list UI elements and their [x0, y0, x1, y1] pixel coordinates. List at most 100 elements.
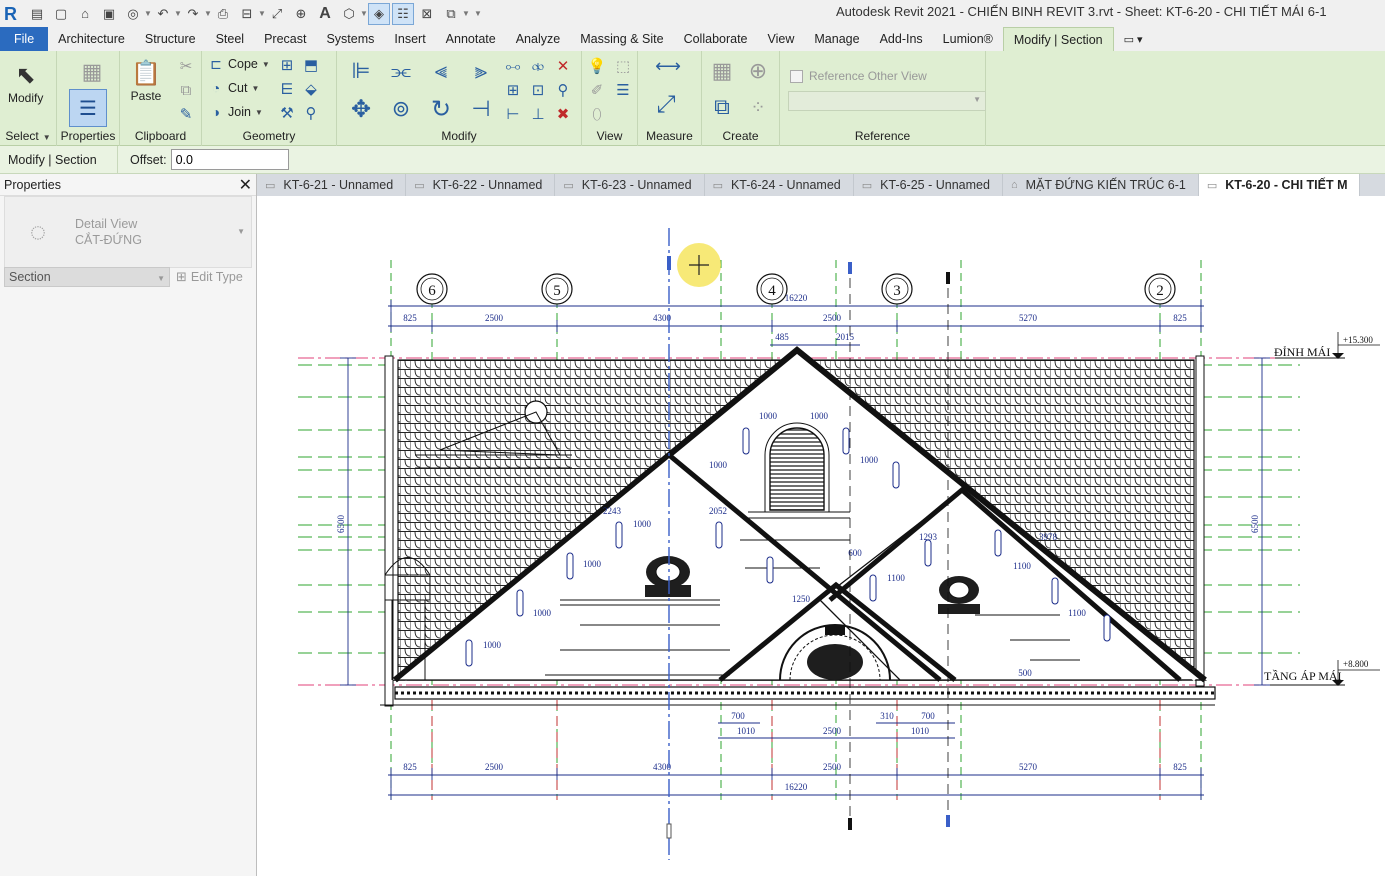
tab-systems[interactable]: Systems — [316, 27, 384, 51]
tab-architecture[interactable]: Architecture — [48, 27, 135, 51]
split-gap-icon[interactable]: ⧞ — [527, 55, 549, 77]
override-graphics-icon[interactable]: ⬚ — [612, 55, 634, 77]
pick-to-edit-icon[interactable]: ⬯ — [586, 103, 608, 125]
tab-view[interactable]: View — [758, 27, 805, 51]
edit-type-button[interactable]: ⊞ Edit Type — [176, 269, 243, 285]
cut-scissors-icon[interactable]: ✂ — [175, 55, 197, 77]
split-element-icon[interactable]: ⧟ — [502, 55, 524, 77]
remove-paint-icon[interactable]: ⚲ — [300, 102, 322, 124]
view-tab-kt-6-20[interactable]: ▭ KT-6-20 - CHI TIẾT M — [1198, 174, 1361, 196]
dropdown-icon[interactable]: ▼ — [462, 9, 470, 18]
hide-in-view-icon[interactable]: 💡 — [586, 55, 608, 77]
tab-precast[interactable]: Precast — [254, 27, 316, 51]
aligned-dimension-tool-icon[interactable]: ⤢ — [646, 89, 686, 121]
split-face-icon[interactable]: ⬒ — [300, 54, 322, 76]
tab-collaborate[interactable]: Collaborate — [674, 27, 758, 51]
delete-icon[interactable]: ✖ — [552, 103, 574, 125]
aligned-dimension-icon[interactable]: ⤢ — [266, 3, 288, 25]
open-file-icon[interactable]: ⌂ — [74, 3, 96, 25]
scale-icon[interactable]: ⊡ — [527, 79, 549, 101]
tab-analyze[interactable]: Analyze — [506, 27, 570, 51]
dropdown-icon[interactable]: ▼ — [174, 9, 182, 18]
section-icon[interactable]: ◈ — [368, 2, 390, 25]
tab-file[interactable]: File — [0, 27, 49, 51]
redo-icon[interactable]: ↷ — [182, 3, 204, 25]
view-tab-kt-6-25[interactable]: ▭ KT-6-25 - Unnamed — [854, 174, 1003, 196]
wall-joins-icon[interactable]: ⊞ — [276, 54, 298, 76]
demolish-icon[interactable]: ⚒ — [276, 102, 298, 124]
sync-icon[interactable]: ◎ — [122, 3, 144, 25]
3d-view-icon[interactable]: ⬡ — [338, 3, 360, 25]
tab-lumion[interactable]: Lumion® — [933, 27, 1003, 51]
cope-button[interactable]: ⊏ Cope ▼ — [207, 55, 270, 73]
create-parts-icon[interactable]: ⊕ — [742, 55, 774, 87]
trim-multiple-icon[interactable]: ⊢ — [502, 103, 524, 125]
drawing-canvas[interactable]: 6 5 4 3 2 825 2500 4300 2500 5270 825 16… — [258, 196, 1385, 876]
paste-button[interactable]: 📋 Paste — [130, 57, 162, 104]
rotate-icon[interactable]: ↻ — [425, 93, 457, 125]
view-tab-elevation[interactable]: ⌂ MẶT ĐỨNG KIẾN TRÚC 6-1 — [1003, 174, 1199, 196]
line-style-icon[interactable]: ☰ — [612, 79, 634, 101]
reference-other-view-checkbox[interactable]: Reference Other View — [790, 69, 927, 83]
unpin-icon[interactable]: ✕ — [552, 55, 574, 77]
paint-icon[interactable]: ⬙ — [300, 78, 322, 100]
tab-manage[interactable]: Manage — [804, 27, 869, 51]
move-icon[interactable]: ✥ — [345, 93, 377, 125]
tab-massing-site[interactable]: Massing & Site — [570, 27, 673, 51]
linework-icon[interactable]: ✐ — [586, 79, 608, 101]
join-button[interactable]: ◑ Join ▼ — [207, 103, 263, 121]
align-icon[interactable]: ⊫ — [345, 55, 377, 87]
measure-icon[interactable]: ⊟ — [236, 3, 258, 25]
tab-structure[interactable]: Structure — [135, 27, 206, 51]
mirror-pick-axis-icon[interactable]: ⫷ — [425, 55, 457, 87]
view-tab-kt-6-24[interactable]: ▭ KT-6-24 - Unnamed — [705, 174, 854, 196]
create-similar-icon[interactable]: ⁘ — [742, 91, 774, 123]
reference-view-dropdown[interactable]: ▼ — [788, 91, 986, 111]
instance-filter-dropdown[interactable]: Section ▼ — [4, 267, 170, 287]
type-selector[interactable]: ◌ Detail View CẮT-ĐỨNG ▼ — [4, 196, 252, 268]
save-icon[interactable]: ▣ — [98, 3, 120, 25]
match-properties-icon[interactable]: ✎ — [175, 103, 197, 125]
dropdown-icon[interactable]: ▼ — [258, 9, 266, 18]
create-group-icon[interactable]: ⧉ — [706, 91, 738, 123]
tab-insert[interactable]: Insert — [384, 27, 435, 51]
recent-files-icon[interactable]: ▤ — [26, 3, 48, 25]
revit-logo-icon[interactable]: R — [4, 4, 24, 24]
tab-annotate[interactable]: Annotate — [436, 27, 506, 51]
ribbon-minimize-icon[interactable]: ▭ ▾ — [1114, 27, 1153, 51]
trim-single-icon[interactable]: ⊥ — [527, 103, 549, 125]
dropdown-icon[interactable]: ▼ — [204, 9, 212, 18]
create-assembly-icon[interactable]: ▦ — [706, 55, 738, 87]
view-tab-kt-6-22[interactable]: ▭ KT-6-22 - Unnamed — [406, 174, 556, 196]
thin-lines-icon[interactable]: ☷ — [392, 2, 414, 25]
modify-button[interactable]: ⬉ Modify — [8, 59, 43, 106]
tab-modify-section[interactable]: Modify | Section — [1002, 27, 1114, 51]
close-icon[interactable]: ✕ — [239, 175, 252, 195]
offset-icon[interactable]: ⫘ — [385, 55, 417, 87]
array-icon[interactable]: ⊞ — [502, 79, 524, 101]
mirror-draw-axis-icon[interactable]: ⫸ — [465, 55, 497, 87]
close-hidden-windows-icon[interactable]: ⊠ — [416, 3, 438, 25]
print-icon[interactable]: ⎙ — [212, 3, 234, 25]
copy-icon[interactable]: ⧉ — [175, 79, 197, 101]
offset-input[interactable] — [170, 149, 289, 170]
new-file-icon[interactable]: ▢ — [50, 3, 72, 25]
select-dropdown[interactable]: Select ▼ — [0, 129, 56, 143]
dropdown-icon[interactable]: ▼ — [144, 9, 152, 18]
customize-qat-icon[interactable]: ▼ — [474, 9, 482, 18]
view-tab-kt-6-21[interactable]: ▭ KT-6-21 - Unnamed — [257, 174, 407, 196]
pin-icon[interactable]: ⚲ — [552, 79, 574, 101]
beam-column-joins-icon[interactable]: ⋿ — [276, 78, 298, 100]
measure-between-icon[interactable]: ⟷ — [646, 55, 690, 77]
switch-windows-icon[interactable]: ⧉ — [440, 3, 462, 25]
tag-icon[interactable]: ⊕ — [290, 3, 312, 25]
view-tab-kt-6-23[interactable]: ▭ KT-6-23 - Unnamed — [555, 174, 705, 196]
properties-button[interactable]: ☰ — [69, 89, 107, 127]
tab-steel[interactable]: Steel — [206, 27, 255, 51]
tab-add-ins[interactable]: Add-Ins — [870, 27, 933, 51]
dropdown-icon[interactable]: ▼ — [360, 9, 368, 18]
undo-icon[interactable]: ↶ — [152, 3, 174, 25]
type-properties-icon[interactable]: ▦ — [77, 57, 107, 87]
trim-extend-icon[interactable]: ⊣ — [465, 93, 497, 125]
copy-element-icon[interactable]: ⊚ — [385, 93, 417, 125]
